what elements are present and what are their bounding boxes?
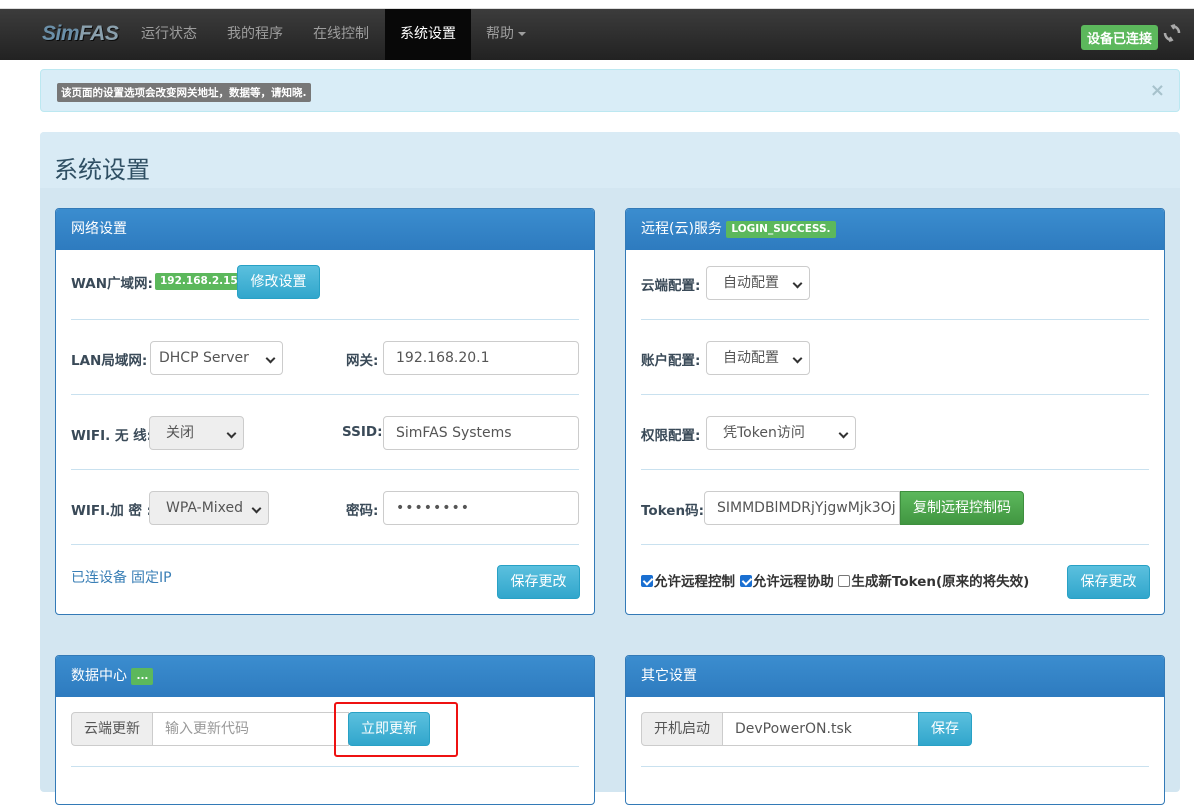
permission-config-label: 权限配置: <box>641 428 701 444</box>
nav-status[interactable]: 运行状态 <box>126 9 212 60</box>
wifi-encryption-value: WPA-Mixed <box>166 500 244 516</box>
wan-ip-badge: 192.168.2.151 <box>155 273 251 290</box>
divider <box>641 319 1149 320</box>
nav-system-settings[interactable]: 系统设置 <box>385 9 471 60</box>
ssid-label: SSID: <box>342 424 383 440</box>
chevron-down-icon <box>838 428 849 439</box>
modify-wan-button[interactable]: 修改设置 <box>237 265 320 299</box>
caret-down-icon <box>518 32 526 36</box>
wifi-encryption-select[interactable]: WPA-Mixed <box>149 491 269 525</box>
nav-help[interactable]: 帮助 <box>471 9 541 60</box>
chevron-down-icon <box>226 428 237 439</box>
permission-config-select[interactable]: 凭Token访问 <box>706 416 856 450</box>
divider <box>71 319 579 320</box>
nav-help-label: 帮助 <box>486 26 514 42</box>
settings-header: 系统设置 <box>40 132 1180 188</box>
wifi-encryption-label: WIFI.加 密 : <box>71 503 153 519</box>
cloud-update-addon: 云端更新 <box>71 712 153 746</box>
login-status-badge: LOGIN_SUCCESS. <box>726 220 836 238</box>
other-settings-panel: 其它设置 开机启动 DevPowerON.tsk 保存 <box>625 655 1165 805</box>
divider <box>71 544 579 545</box>
divider <box>71 469 579 470</box>
navbar: SimFAS 运行状态 我的程序 在线控制 系统设置 帮助 设备已连接 <box>0 9 1194 60</box>
account-config-select[interactable]: 自动配置 <box>706 341 810 375</box>
startup-file-input[interactable]: DevPowerON.tsk <box>722 712 919 746</box>
chevron-down-icon <box>792 278 803 289</box>
info-alert: 该页面的设置选项会改变网关地址，数据等，请知晓. × <box>40 69 1180 112</box>
allow-remote-assist-label: 允许远程协助 <box>752 574 834 590</box>
connection-status-badge: 设备已连接 <box>1080 25 1158 50</box>
copy-token-button[interactable]: 复制远程控制码 <box>900 491 1024 525</box>
data-panel-title: 数据中心 <box>71 668 127 684</box>
cloud-config-label: 云端配置: <box>641 278 701 294</box>
connected-devices-link[interactable]: 已连设备 <box>71 567 127 587</box>
chevron-down-icon <box>265 353 276 364</box>
allow-remote-assist-checkbox[interactable] <box>739 575 752 587</box>
nav-programs[interactable]: 我的程序 <box>212 9 298 60</box>
ssid-input[interactable]: SimFAS Systems <box>383 416 579 450</box>
divider <box>641 766 1149 767</box>
divider <box>641 544 1149 545</box>
data-panel-heading: 数据中心 ... <box>56 656 594 697</box>
chevron-down-icon <box>792 353 803 364</box>
wifi-label: WIFI. 无 线: <box>71 428 153 444</box>
remote-service-panel: 远程(云)服务 LOGIN_SUCCESS. 云端配置: 自动配置 账户配置: … <box>625 208 1165 615</box>
other-panel-heading: 其它设置 <box>626 656 1164 697</box>
update-code-input[interactable]: 输入更新代码 <box>152 712 349 746</box>
refresh-icon[interactable] <box>1162 23 1182 43</box>
network-panel-heading: 网络设置 <box>56 209 594 250</box>
save-remote-button[interactable]: 保存更改 <box>1067 565 1150 599</box>
top-strip <box>0 0 1194 9</box>
new-token-checkbox[interactable] <box>838 575 851 587</box>
chevron-down-icon <box>251 503 262 514</box>
static-ip-link[interactable]: 固定IP <box>131 567 172 587</box>
account-config-label: 账户配置: <box>641 353 701 369</box>
lan-mode-value: DHCP Server <box>159 350 249 366</box>
gateway-input[interactable]: 192.168.20.1 <box>383 341 579 375</box>
wan-label: WAN广域网: <box>71 276 153 292</box>
lan-label: LAN局域网: <box>71 353 148 369</box>
token-label: Token码: <box>641 503 704 519</box>
cloud-config-value: 自动配置 <box>723 275 779 291</box>
permission-config-value: 凭Token访问 <box>723 425 805 441</box>
data-center-panel: 数据中心 ... 云端更新 输入更新代码 立即更新 <box>55 655 595 805</box>
cloud-config-select[interactable]: 自动配置 <box>706 266 810 300</box>
allow-remote-control-checkbox[interactable] <box>641 575 653 587</box>
data-status-badge: ... <box>131 667 154 685</box>
divider <box>71 766 579 767</box>
divider <box>641 394 1149 395</box>
new-token-label: 生成新Token(原来的将失效) <box>851 574 1030 590</box>
password-label: 密码: <box>346 503 379 519</box>
remote-panel-title: 远程(云)服务 <box>641 221 722 237</box>
remote-options: 允许远程控制 允许远程协助 生成新Token(原来的将失效) <box>641 570 1029 590</box>
gateway-label: 网关: <box>346 353 379 369</box>
network-settings-panel: 网络设置 WAN广域网: 192.168.2.151 修改设置 LAN局域网: … <box>55 208 595 615</box>
divider <box>71 394 579 395</box>
close-icon[interactable]: × <box>1150 80 1165 101</box>
alert-message: 该页面的设置选项会改变网关地址，数据等，请知晓. <box>57 83 311 102</box>
brand-suffix: FAS <box>79 22 119 45</box>
brand-prefix: Sim <box>42 22 80 45</box>
highlight-annotation <box>334 702 458 757</box>
account-config-value: 自动配置 <box>723 350 779 366</box>
save-network-button[interactable]: 保存更改 <box>497 565 580 599</box>
password-input[interactable]: •••••••• <box>383 491 579 525</box>
remote-panel-heading: 远程(云)服务 LOGIN_SUCCESS. <box>626 209 1164 250</box>
divider <box>641 469 1149 470</box>
save-startup-button[interactable]: 保存 <box>918 712 972 746</box>
lan-mode-select[interactable]: DHCP Server <box>150 341 283 375</box>
token-input[interactable]: SIMMDBlMDRjYjgwMjk3Oj <box>704 491 900 525</box>
allow-remote-control-label: 允许远程控制 <box>654 574 735 590</box>
wifi-value: 关闭 <box>166 425 194 441</box>
startup-addon: 开机启动 <box>641 712 723 746</box>
brand-logo[interactable]: SimFAS <box>42 22 119 46</box>
page-title: 系统设置 <box>54 156 150 184</box>
nav-online-control[interactable]: 在线控制 <box>298 9 384 60</box>
wifi-toggle-select[interactable]: 关闭 <box>149 416 244 450</box>
